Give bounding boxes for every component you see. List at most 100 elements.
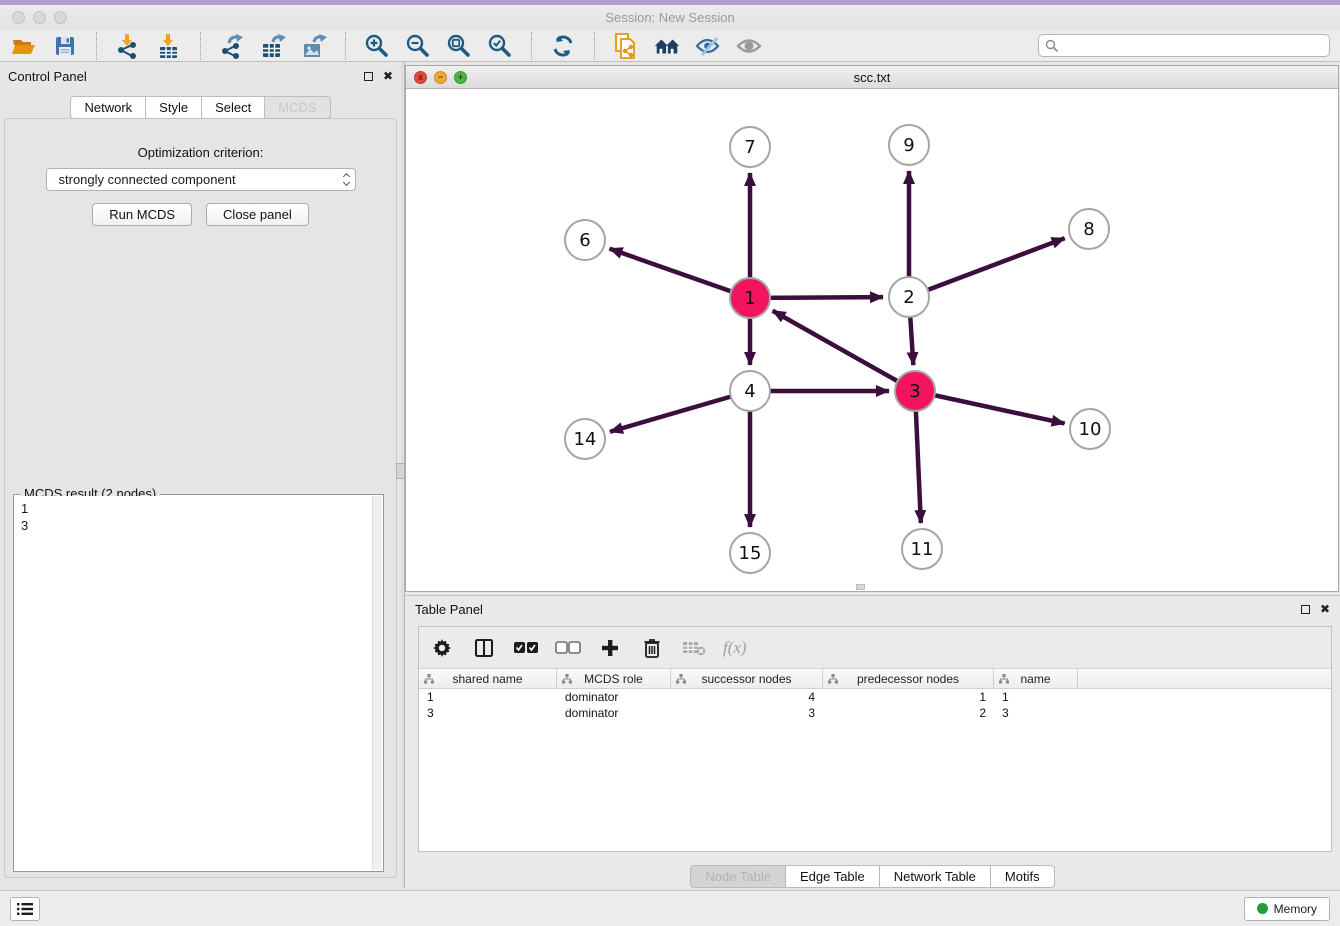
graph-node-2[interactable]: 2 xyxy=(888,276,930,318)
window-title: Session: New Session xyxy=(0,10,1340,25)
task-history-button[interactable] xyxy=(10,897,40,921)
duplicate-network-icon[interactable] xyxy=(612,32,640,60)
zoom-out-icon[interactable] xyxy=(404,32,432,60)
column-visibility-icon[interactable] xyxy=(471,635,497,661)
search-input[interactable] xyxy=(1063,39,1323,53)
column-header-name[interactable]: name xyxy=(994,669,1078,688)
open-session-icon[interactable] xyxy=(10,32,38,60)
export-table-icon[interactable] xyxy=(259,32,287,60)
tab-style[interactable]: Style xyxy=(146,96,202,119)
graph-node-3[interactable]: 3 xyxy=(894,370,936,412)
table-cell: 1 xyxy=(419,689,557,705)
network-window-titlebar[interactable]: x − + scc.txt xyxy=(406,66,1338,89)
add-column-icon[interactable] xyxy=(597,635,623,661)
table-cell: dominator xyxy=(557,705,671,721)
panel-divider-handle[interactable] xyxy=(396,463,405,479)
function-builder-icon[interactable]: f(x) xyxy=(723,638,747,658)
table-toolbar: f(x) xyxy=(419,627,1331,669)
canvas-splitter-handle[interactable] xyxy=(856,584,865,590)
optimization-criterion-label: Optimization criterion: xyxy=(5,145,396,160)
graph-node-8[interactable]: 8 xyxy=(1068,208,1110,250)
close-panel-icon[interactable]: ✖ xyxy=(383,70,393,82)
table-cell: 4 xyxy=(671,689,823,705)
select-stepper-icon xyxy=(344,174,349,185)
mcds-result-text[interactable]: 1 3 xyxy=(15,496,372,870)
criterion-select[interactable]: strongly connected component xyxy=(46,168,356,191)
table-row[interactable]: 1dominator411 xyxy=(419,689,1331,705)
graph-node-10[interactable]: 10 xyxy=(1069,408,1111,450)
column-header-predecessor-nodes[interactable]: predecessor nodes xyxy=(823,669,994,688)
show-all-icon[interactable] xyxy=(735,32,763,60)
save-session-icon[interactable] xyxy=(51,32,79,60)
application-window: Session: New Session xyxy=(0,0,1340,926)
zoom-in-icon[interactable] xyxy=(363,32,391,60)
import-network-icon[interactable] xyxy=(114,32,142,60)
table-cell: 3 xyxy=(671,705,823,721)
settings-gear-icon[interactable] xyxy=(429,635,455,661)
control-panel: Control Panel ✖ NetworkStyleSelectMCDS O… xyxy=(0,62,401,888)
deselect-all-icon[interactable] xyxy=(555,635,581,661)
table-header-row: shared nameMCDS rolesuccessor nodesprede… xyxy=(419,669,1331,689)
tab-network[interactable]: Network xyxy=(70,96,146,119)
memory-button[interactable]: Memory xyxy=(1244,897,1330,921)
graph-node-1[interactable]: 1 xyxy=(729,277,771,319)
column-header-mcds-role[interactable]: MCDS role xyxy=(557,669,671,688)
toolbar-separator xyxy=(345,32,346,60)
tab-node-table[interactable]: Node Table xyxy=(690,865,786,888)
graph-node-6[interactable]: 6 xyxy=(564,219,606,261)
graph-node-9[interactable]: 9 xyxy=(888,124,930,166)
graph-node-15[interactable]: 15 xyxy=(729,532,771,574)
select-all-icon[interactable] xyxy=(513,635,539,661)
table-cell: dominator xyxy=(557,689,671,705)
float-panel-icon[interactable] xyxy=(364,72,373,81)
graph-node-14[interactable]: 14 xyxy=(564,418,606,460)
graph-node-4[interactable]: 4 xyxy=(729,370,771,412)
table-panel-tabs: Node TableEdge TableNetwork TableMotifs xyxy=(405,865,1340,888)
first-neighbors-icon[interactable] xyxy=(653,32,681,60)
result-scrollbar[interactable] xyxy=(372,496,382,870)
zoom-fit-icon[interactable] xyxy=(445,32,473,60)
export-image-icon[interactable] xyxy=(300,32,328,60)
tab-network-table[interactable]: Network Table xyxy=(880,865,991,888)
shared-column-icon xyxy=(424,674,434,684)
tab-edge-table[interactable]: Edge Table xyxy=(786,865,880,888)
control-panel-tabs: NetworkStyleSelectMCDS xyxy=(0,96,401,119)
tab-motifs[interactable]: Motifs xyxy=(991,865,1055,888)
edge-1-6[interactable] xyxy=(610,249,750,298)
delete-table-icon[interactable] xyxy=(681,635,707,661)
close-table-panel-icon[interactable]: ✖ xyxy=(1320,603,1330,615)
delete-column-icon[interactable] xyxy=(639,635,665,661)
column-header-shared-name[interactable]: shared name xyxy=(419,669,557,688)
main-toolbar xyxy=(0,30,1340,62)
table-cell: 1 xyxy=(823,689,994,705)
toolbar-separator xyxy=(594,32,595,60)
titlebar: Session: New Session xyxy=(0,5,1340,30)
network-canvas[interactable]: 7 9 6 8 1 2 4 3 14 10 15 11 xyxy=(406,89,1338,591)
graph-node-11[interactable]: 11 xyxy=(901,528,943,570)
hide-selected-icon[interactable] xyxy=(694,32,722,60)
zoom-selected-icon[interactable] xyxy=(486,32,514,60)
graph-node-7[interactable]: 7 xyxy=(729,126,771,168)
toolbar-separator xyxy=(200,32,201,60)
table-panel: Table Panel ✖ xyxy=(405,595,1340,888)
status-bar: Memory xyxy=(0,890,1340,926)
edge-3-1[interactable] xyxy=(773,311,915,391)
run-mcds-button[interactable]: Run MCDS xyxy=(92,203,192,226)
control-panel-header: Control Panel ✖ xyxy=(0,62,401,90)
refresh-icon[interactable] xyxy=(549,32,577,60)
tab-select[interactable]: Select xyxy=(202,96,265,119)
column-header-successor-nodes[interactable]: successor nodes xyxy=(671,669,823,688)
export-network-icon[interactable] xyxy=(218,32,246,60)
edge-3-10[interactable] xyxy=(915,391,1065,423)
shared-column-icon xyxy=(562,674,572,684)
import-table-icon[interactable] xyxy=(155,32,183,60)
edge-2-8[interactable] xyxy=(909,238,1065,297)
table-row[interactable]: 3dominator323 xyxy=(419,705,1331,721)
criterion-selected-value: strongly connected component xyxy=(59,172,344,187)
float-table-panel-icon[interactable] xyxy=(1301,605,1310,614)
close-panel-button[interactable]: Close panel xyxy=(206,203,309,226)
tab-mcds[interactable]: MCDS xyxy=(265,96,330,119)
table-cell: 3 xyxy=(419,705,557,721)
memory-button-label: Memory xyxy=(1274,902,1317,916)
memory-status-icon xyxy=(1257,903,1268,914)
